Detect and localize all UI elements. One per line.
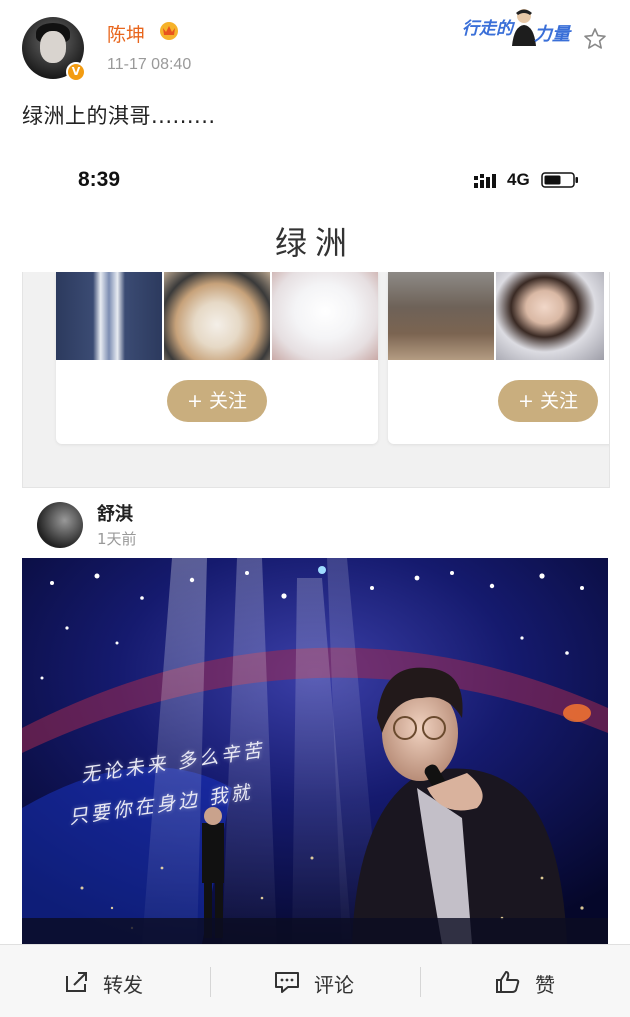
embedded-status-bar: 8:39 4G [0, 160, 630, 200]
battery-icon [541, 172, 578, 188]
recommend-card[interactable]: + 关注 [56, 272, 378, 444]
topic-badge[interactable]: 行走的 力量 [462, 4, 586, 50]
status-time: 8:39 [78, 168, 121, 191]
post-text: 绿洲上的淇哥......... [22, 104, 216, 128]
like-button[interactable]: 赞 [421, 945, 630, 1017]
thumb-woman-photo [496, 272, 604, 360]
thumb-white-cat-photo [272, 272, 378, 360]
thumbs-up-icon [496, 971, 520, 993]
topic-badge-part1: 行走的 [462, 19, 513, 39]
comment-icon [275, 972, 299, 993]
oasis-app-title: 绿洲 [274, 224, 355, 262]
repost-button[interactable]: 转发 [0, 945, 210, 1017]
signal-icon [474, 174, 496, 188]
author-name[interactable]: 陈坤 [107, 20, 145, 47]
concert-scene [22, 558, 608, 944]
recommend-card[interactable]: + 关注 [388, 272, 609, 444]
thumb-room-photo [388, 272, 494, 360]
poster-avatar[interactable] [37, 502, 83, 548]
poster-time: 1天前 [97, 530, 137, 548]
concert-image[interactable]: 无论未来 多么辛苦 只要你在身边 我就 [22, 558, 608, 944]
poster-row: 舒淇 1天前 [0, 490, 630, 558]
poster-name[interactable]: 舒淇 [97, 500, 133, 526]
like-label: 赞 [535, 973, 555, 997]
network-label: 4G [507, 170, 530, 189]
comment-label: 评论 [314, 973, 354, 997]
comment-button[interactable]: 评论 [211, 945, 421, 1017]
thumb-cat-photo [164, 272, 270, 360]
topic-badge-part2: 力量 [534, 24, 570, 45]
recommend-carousel[interactable]: + 关注 + 关注 [22, 272, 610, 488]
follow-button[interactable]: + 关注 [167, 380, 267, 422]
repost-label: 转发 [103, 973, 143, 997]
star-icon[interactable] [583, 27, 607, 51]
verified-icon: V [66, 62, 86, 82]
share-icon [66, 972, 87, 992]
action-bar: 转发 评论 赞 [0, 944, 630, 1017]
crown-icon [160, 22, 178, 40]
thumb-suit-photo [56, 272, 162, 360]
follow-button[interactable]: + 关注 [498, 380, 598, 422]
post-header: V 陈坤 11-17 08:40 行走的 力量 [0, 0, 630, 90]
post-time: 11-17 08:40 [107, 56, 192, 73]
